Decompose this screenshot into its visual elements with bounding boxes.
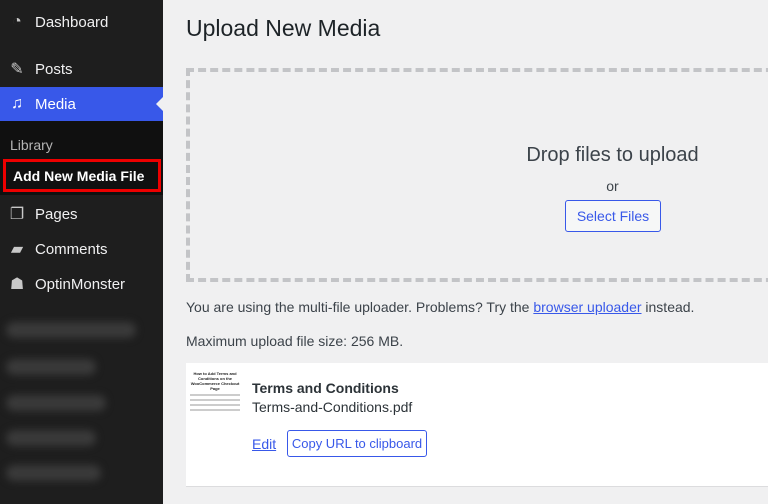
pages-icon: ❐ [9, 206, 25, 223]
blurred-menu-item [6, 359, 96, 375]
select-files-button[interactable]: Select Files [565, 200, 661, 232]
file-title: Terms and Conditions [252, 380, 399, 396]
blurred-menu-item [6, 430, 96, 446]
blurred-menu-item [6, 465, 101, 481]
optinmonster-icon: ☗ [9, 276, 25, 293]
sidebar-item-dashboard[interactable]: ◔ Dashboard [0, 5, 163, 39]
uploader-note: You are using the multi-file uploader. P… [186, 299, 695, 315]
media-submenu: Library Add New Media File [0, 121, 163, 195]
drop-title: Drop files to upload [526, 144, 699, 166]
browser-uploader-link[interactable]: browser uploader [533, 299, 641, 315]
max-upload-size: Maximum upload file size: 256 MB. [186, 333, 404, 349]
drop-or: or [606, 178, 619, 194]
sidebar-item-comments[interactable]: ▰ Comments [0, 232, 163, 266]
file-name: Terms-and-Conditions.pdf [252, 399, 413, 415]
media-icon: ♫ [11, 95, 23, 112]
sidebar-item-optinmonster[interactable]: ☗ OptinMonster [0, 267, 163, 301]
sidebar-item-pages[interactable]: ❐ Pages [0, 197, 163, 231]
edit-link[interactable]: Edit [252, 436, 276, 452]
pin-icon: ✎ [10, 61, 24, 78]
comment-icon: ▰ [10, 241, 24, 258]
sidebar-item-posts[interactable]: ✎ Posts [0, 52, 163, 86]
admin-sidebar: ◔ Dashboard ✎ Posts ♫ Media Library Add New… [0, 0, 163, 504]
submenu-add-new-media-file[interactable]: Add New Media File [3, 159, 161, 192]
uploaded-file-item: How to Add Terms and Conditions on the W… [186, 363, 768, 487]
blurred-menu-item [6, 322, 136, 338]
sidebar-item-media[interactable]: ♫ Media [0, 87, 163, 121]
copy-url-button[interactable]: Copy URL to clipboard [287, 430, 427, 457]
dashboard-icon: ◔ [12, 13, 22, 30]
file-thumbnail: How to Add Terms and Conditions on the W… [190, 371, 240, 431]
page-title: Upload New Media [186, 15, 381, 41]
drop-zone[interactable]: Drop files to upload or Select Files [186, 68, 768, 282]
blurred-menu-item [6, 395, 106, 411]
submenu-library[interactable]: Library [10, 137, 53, 153]
